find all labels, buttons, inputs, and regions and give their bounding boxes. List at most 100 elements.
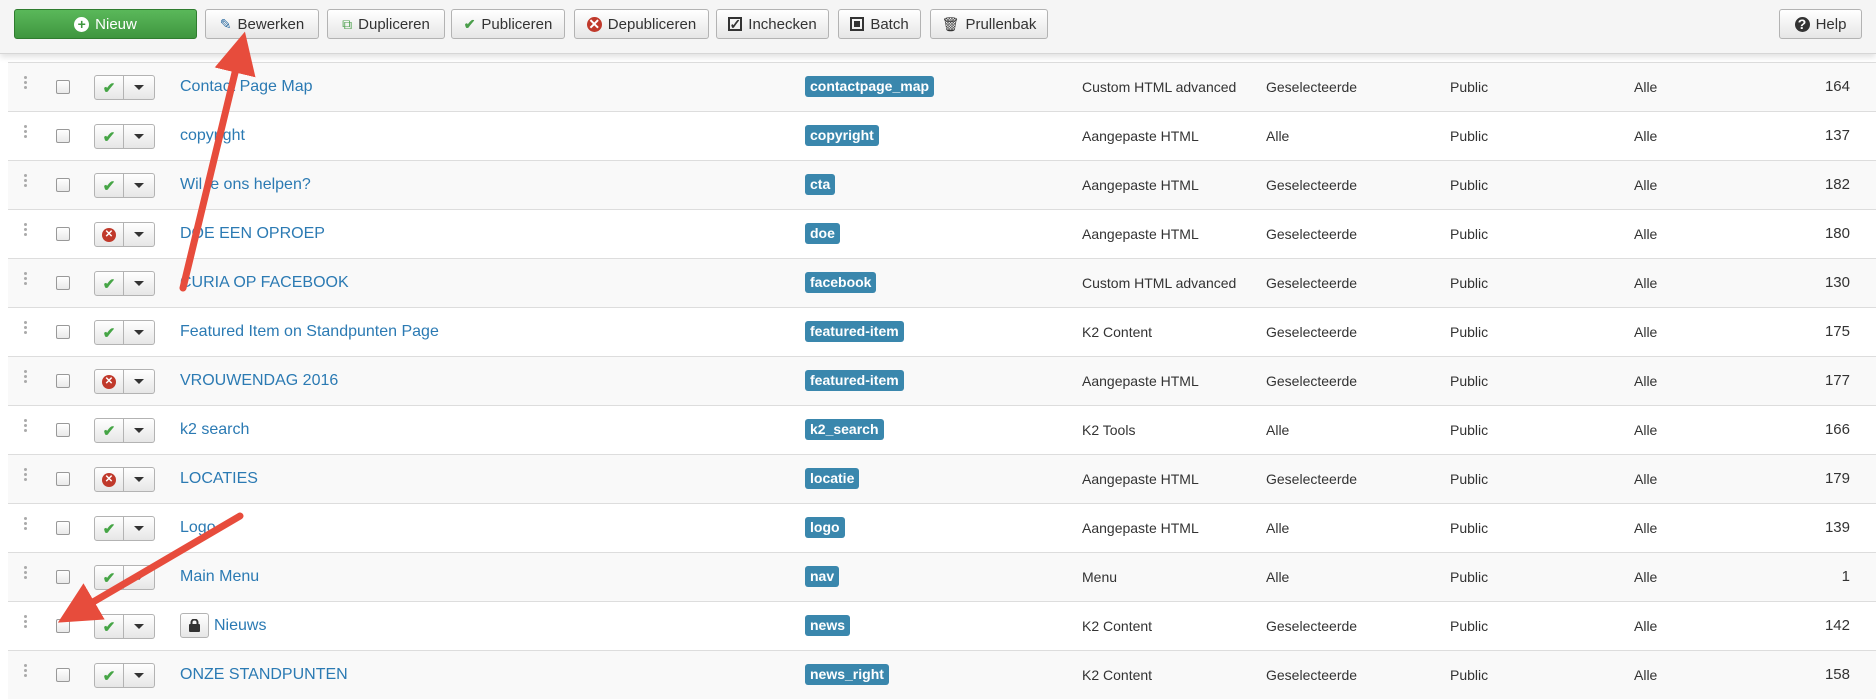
checkin-button-label: Inchecken	[748, 15, 817, 33]
module-access: Public	[1450, 79, 1489, 95]
module-pages: Geselecteerde	[1266, 618, 1358, 634]
actions-dropdown-toggle[interactable]	[124, 663, 155, 688]
module-title-link[interactable]: ONZE STANDPUNTEN	[180, 666, 348, 684]
status-toggle-button[interactable]: ✔	[94, 663, 124, 688]
module-id: 130	[1824, 274, 1850, 291]
unpublish-button[interactable]: ✕ Depubliceren	[574, 9, 709, 39]
edit-icon: ✎	[219, 16, 232, 32]
module-title-link[interactable]: LOCATIES	[180, 470, 258, 488]
help-icon: ?	[1794, 16, 1810, 32]
status-toggle-button[interactable]: ✔	[94, 75, 124, 100]
module-title-link[interactable]: CURIA OP FACEBOOK	[180, 274, 349, 292]
status-toggle-button[interactable]: ✔	[94, 565, 124, 590]
module-title-link[interactable]: Logo	[180, 519, 216, 537]
module-language: Alle	[1634, 520, 1658, 536]
actions-dropdown-toggle[interactable]	[124, 418, 155, 443]
drag-handle-icon[interactable]	[24, 664, 28, 679]
table-row: ✔ Logo logo Aangepaste HTML Alle Public Alle 13…	[8, 503, 1876, 552]
row-checkbox[interactable]	[56, 668, 70, 682]
module-title-link[interactable]: DOE EEN OPROEP	[180, 225, 325, 243]
actions-dropdown-toggle[interactable]	[124, 75, 155, 100]
status-toggle-button[interactable]: ✕	[94, 467, 124, 492]
row-checkbox[interactable]	[56, 374, 70, 388]
drag-handle-icon[interactable]	[24, 419, 28, 434]
status-toggle-button[interactable]: ✔	[94, 418, 124, 443]
table-row: ✕ DOE EEN OPROEP doe Aangepaste HTML Geselec…	[8, 209, 1876, 258]
module-type: Aangepaste HTML	[1082, 177, 1199, 193]
x-circle-icon: ✕	[586, 16, 602, 32]
status-toggle-button[interactable]: ✔	[94, 271, 124, 296]
row-checkbox[interactable]	[56, 80, 70, 94]
row-checkbox[interactable]	[56, 570, 70, 584]
actions-dropdown-toggle[interactable]	[124, 614, 155, 639]
module-id: 137	[1824, 127, 1850, 144]
module-title-link[interactable]: k2 search	[180, 421, 249, 439]
module-title-link[interactable]: Featured Item on Standpunten Page	[180, 323, 439, 341]
copy-icon: ⧉	[342, 16, 353, 32]
caret-down-icon	[134, 134, 144, 139]
actions-dropdown-toggle[interactable]	[124, 565, 155, 590]
row-checkbox[interactable]	[56, 178, 70, 192]
status-toggle-group: ✔	[94, 271, 155, 296]
module-title-link[interactable]: copyright	[180, 127, 245, 145]
drag-handle-icon[interactable]	[24, 566, 28, 581]
module-title-link[interactable]: Main Menu	[180, 568, 259, 586]
actions-dropdown-toggle[interactable]	[124, 124, 155, 149]
row-checkbox[interactable]	[56, 325, 70, 339]
row-checkbox[interactable]	[56, 129, 70, 143]
row-checkbox[interactable]	[56, 472, 70, 486]
actions-dropdown-toggle[interactable]	[124, 222, 155, 247]
new-button[interactable]: + Nieuw	[14, 9, 197, 39]
help-button[interactable]: ? Help	[1779, 9, 1862, 39]
status-toggle-button[interactable]: ✔	[94, 320, 124, 345]
actions-dropdown-toggle[interactable]	[124, 516, 155, 541]
published-check-icon: ✔	[102, 520, 116, 538]
module-title-link[interactable]: Contact Page Map	[180, 78, 313, 96]
status-toggle-button[interactable]: ✔	[94, 614, 124, 639]
publish-button[interactable]: ✔ Publiceren	[451, 9, 565, 39]
checked-out-lock-icon[interactable]	[180, 613, 209, 638]
drag-handle-icon[interactable]	[24, 517, 28, 532]
row-checkbox[interactable]	[56, 521, 70, 535]
status-toggle-button[interactable]: ✔	[94, 516, 124, 541]
module-title-link[interactable]: Nieuws	[214, 617, 266, 635]
position-badge: locatie	[805, 468, 860, 489]
caret-down-icon	[134, 330, 144, 335]
row-checkbox[interactable]	[56, 619, 70, 633]
table-row: ✔ Nieuws news K2 Content Geselecteerde Public…	[8, 601, 1876, 650]
module-type: Aangepaste HTML	[1082, 373, 1199, 389]
row-checkbox[interactable]	[56, 423, 70, 437]
actions-dropdown-toggle[interactable]	[124, 467, 155, 492]
row-checkbox[interactable]	[56, 276, 70, 290]
trash-button[interactable]: 🗑 Prullenbak	[930, 9, 1048, 39]
actions-dropdown-toggle[interactable]	[124, 173, 155, 198]
position-badge: k2_search	[805, 419, 884, 440]
drag-handle-icon[interactable]	[24, 615, 28, 630]
edit-button[interactable]: ✎ Bewerken	[205, 9, 319, 39]
module-id: 177	[1824, 372, 1850, 389]
drag-handle-icon[interactable]	[24, 468, 28, 483]
drag-handle-icon[interactable]	[24, 223, 28, 238]
drag-handle-icon[interactable]	[24, 272, 28, 287]
actions-dropdown-toggle[interactable]	[124, 320, 155, 345]
drag-handle-icon[interactable]	[24, 370, 28, 385]
drag-handle-icon[interactable]	[24, 321, 28, 336]
status-toggle-button[interactable]: ✕	[94, 222, 124, 247]
unpublish-button-label: Depubliceren	[607, 15, 697, 33]
duplicate-button[interactable]: ⧉ Dupliceren	[327, 9, 445, 39]
status-toggle-button[interactable]: ✕	[94, 369, 124, 394]
drag-handle-icon[interactable]	[24, 76, 28, 91]
status-toggle-button[interactable]: ✔	[94, 124, 124, 149]
row-checkbox[interactable]	[56, 227, 70, 241]
actions-dropdown-toggle[interactable]	[124, 271, 155, 296]
checkin-button[interactable]: ✓ Inchecken	[716, 9, 829, 39]
status-toggle-button[interactable]: ✔	[94, 173, 124, 198]
module-pages: Geselecteerde	[1266, 324, 1358, 340]
caret-down-icon	[134, 379, 144, 384]
module-title-link[interactable]: VROUWENDAG 2016	[180, 372, 338, 390]
actions-dropdown-toggle[interactable]	[124, 369, 155, 394]
module-title-link[interactable]: Wil je ons helpen?	[180, 176, 311, 194]
batch-button[interactable]: Batch	[838, 9, 921, 39]
drag-handle-icon[interactable]	[24, 125, 28, 140]
drag-handle-icon[interactable]	[24, 174, 28, 189]
